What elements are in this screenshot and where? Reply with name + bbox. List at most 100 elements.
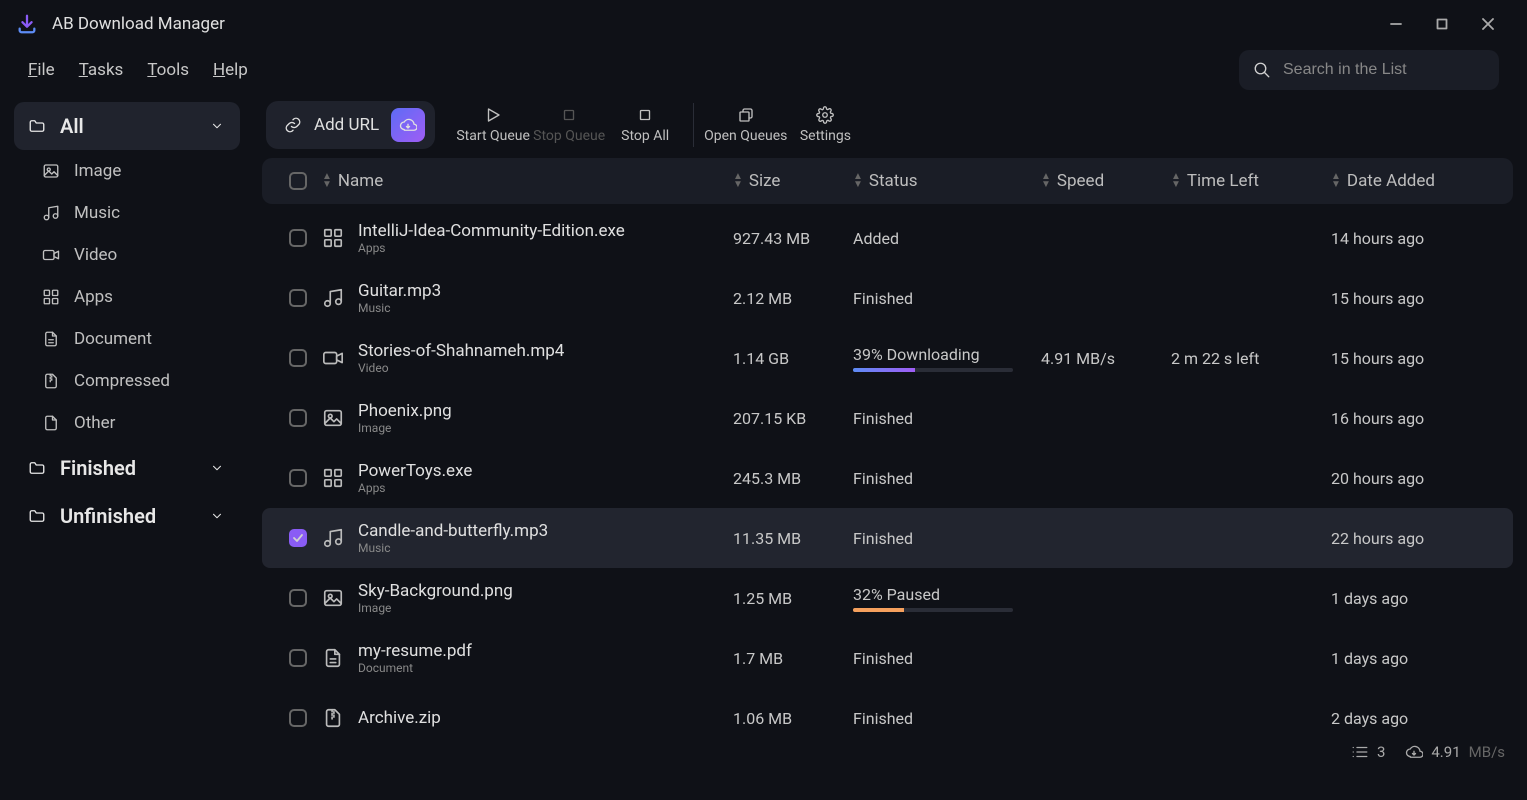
- sidebar-item-document[interactable]: Document: [14, 318, 240, 360]
- sidebar-item-label: Image: [74, 161, 121, 181]
- close-button[interactable]: [1465, 8, 1511, 40]
- status-bar: 3 4.91 MB/s: [254, 736, 1527, 768]
- sidebar-item-image[interactable]: Image: [14, 150, 240, 192]
- status-count: 3: [1351, 743, 1385, 761]
- settings-button[interactable]: Settings: [787, 95, 863, 155]
- file-size: 1.14 GB: [733, 349, 853, 368]
- file-name: PowerToys.exe: [358, 461, 472, 481]
- document-icon: [322, 647, 344, 669]
- file-name: Guitar.mp3: [358, 281, 441, 301]
- image-icon: [322, 407, 344, 429]
- table-row[interactable]: Sky-Background.png Image 1.25 MB 32% Pau…: [262, 568, 1513, 628]
- download-speed-icon: [1405, 743, 1423, 761]
- file-date: 20 hours ago: [1331, 469, 1501, 488]
- toolbar-button-label: Stop Queue: [533, 128, 605, 144]
- file-size: 245.3 MB: [733, 469, 853, 488]
- search-box[interactable]: [1239, 50, 1499, 90]
- sidebar-group-finished[interactable]: Finished: [14, 444, 240, 492]
- file-status: Finished: [853, 469, 1041, 488]
- file-name: my-resume.pdf: [358, 641, 472, 661]
- row-checkbox[interactable]: [289, 409, 307, 427]
- table-header: ▲▼Name ▲▼Size ▲▼Status ▲▼Speed ▲▼Time Le…: [262, 158, 1513, 204]
- stop-icon: [636, 106, 654, 124]
- archive-icon: [322, 707, 344, 729]
- minimize-button[interactable]: [1373, 8, 1419, 40]
- table-row[interactable]: Phoenix.png Image 207.15 KB Finished 16 …: [262, 388, 1513, 448]
- file-category: Image: [358, 601, 513, 615]
- row-checkbox[interactable]: [289, 469, 307, 487]
- start-queue-button[interactable]: Start Queue: [455, 95, 531, 155]
- file-status: 39% Downloading: [853, 345, 1041, 364]
- sidebar-item-label: Compressed: [74, 371, 170, 391]
- sidebar-item-other[interactable]: Other: [14, 402, 240, 444]
- toolbar-button-label: Start Queue: [456, 128, 530, 144]
- file-size: 1.06 MB: [733, 709, 853, 728]
- file-status: Added: [853, 229, 1041, 248]
- column-status[interactable]: ▲▼Status: [853, 171, 1041, 191]
- list-icon: [1351, 743, 1369, 761]
- table-row[interactable]: Candle-and-butterfly.mp3 Music 11.35 MB …: [262, 508, 1513, 568]
- sidebar-group-unfinished[interactable]: Unfinished: [14, 492, 240, 540]
- sidebar-item-video[interactable]: Video: [14, 234, 240, 276]
- stop-all-button[interactable]: Stop All: [607, 95, 683, 155]
- add-url-button[interactable]: Add URL: [266, 101, 435, 149]
- file-icon: [42, 414, 60, 432]
- search-input[interactable]: [1283, 61, 1490, 79]
- archive-icon: [42, 372, 60, 390]
- toolbar-button-label: Stop All: [621, 128, 669, 144]
- menu-tools[interactable]: Tools: [147, 60, 189, 80]
- column-date[interactable]: ▲▼Date Added: [1331, 171, 1501, 191]
- apps-icon: [322, 227, 344, 249]
- file-category: Apps: [358, 481, 472, 495]
- file-status: Finished: [853, 529, 1041, 548]
- file-status: 32% Paused: [853, 585, 1041, 604]
- queues-icon: [737, 106, 755, 124]
- row-checkbox[interactable]: [289, 649, 307, 667]
- column-speed[interactable]: ▲▼Speed: [1041, 171, 1171, 191]
- chevron-down-icon: [208, 117, 226, 135]
- file-size: 207.15 KB: [733, 409, 853, 428]
- table-row[interactable]: my-resume.pdf Document 1.7 MB Finished 1…: [262, 628, 1513, 688]
- file-name: Phoenix.png: [358, 401, 452, 421]
- file-size: 1.25 MB: [733, 589, 853, 608]
- music-icon: [322, 527, 344, 549]
- file-date: 2 days ago: [1331, 709, 1501, 728]
- menu-tasks[interactable]: Tasks: [79, 60, 124, 80]
- file-date: 22 hours ago: [1331, 529, 1501, 548]
- sidebar-group-all[interactable]: All: [14, 102, 240, 150]
- table-body: IntelliJ-Idea-Community-Edition.exe Apps…: [254, 208, 1527, 768]
- row-checkbox[interactable]: [289, 289, 307, 307]
- sidebar-item-compressed[interactable]: Compressed: [14, 360, 240, 402]
- maximize-button[interactable]: [1419, 8, 1465, 40]
- music-icon: [42, 204, 60, 222]
- column-size[interactable]: ▲▼Size: [733, 171, 853, 191]
- column-name[interactable]: ▲▼Name: [322, 171, 733, 191]
- file-category: Music: [358, 541, 548, 555]
- row-checkbox[interactable]: [289, 529, 307, 547]
- select-all-checkbox[interactable]: [289, 172, 307, 190]
- image-icon: [322, 587, 344, 609]
- row-checkbox[interactable]: [289, 349, 307, 367]
- table-row[interactable]: IntelliJ-Idea-Community-Edition.exe Apps…: [262, 208, 1513, 268]
- menu-file[interactable]: File: [28, 60, 55, 80]
- video-icon: [322, 347, 344, 369]
- row-checkbox[interactable]: [289, 709, 307, 727]
- table-row[interactable]: Guitar.mp3 Music 2.12 MB Finished 15 hou…: [262, 268, 1513, 328]
- menu-help[interactable]: Help: [213, 60, 248, 80]
- column-timeleft[interactable]: ▲▼Time Left: [1171, 171, 1331, 191]
- sidebar: All Image Music Video Apps Document Comp…: [0, 92, 254, 768]
- folder-icon: [28, 117, 46, 135]
- sidebar-item-apps[interactable]: Apps: [14, 276, 240, 318]
- table-row[interactable]: PowerToys.exe Apps 245.3 MB Finished 20 …: [262, 448, 1513, 508]
- row-checkbox[interactable]: [289, 589, 307, 607]
- toolbar-button-label: Open Queues: [704, 128, 787, 144]
- music-icon: [322, 287, 344, 309]
- sidebar-group-label: Finished: [60, 456, 136, 480]
- table-row[interactable]: Stories-of-Shahnameh.mp4 Video 1.14 GB 3…: [262, 328, 1513, 388]
- open-queues-button[interactable]: Open Queues: [704, 95, 787, 155]
- progress-bar: [853, 368, 1013, 372]
- sidebar-item-music[interactable]: Music: [14, 192, 240, 234]
- row-checkbox[interactable]: [289, 229, 307, 247]
- app-logo-icon: [16, 13, 38, 35]
- file-name: Stories-of-Shahnameh.mp4: [358, 341, 564, 361]
